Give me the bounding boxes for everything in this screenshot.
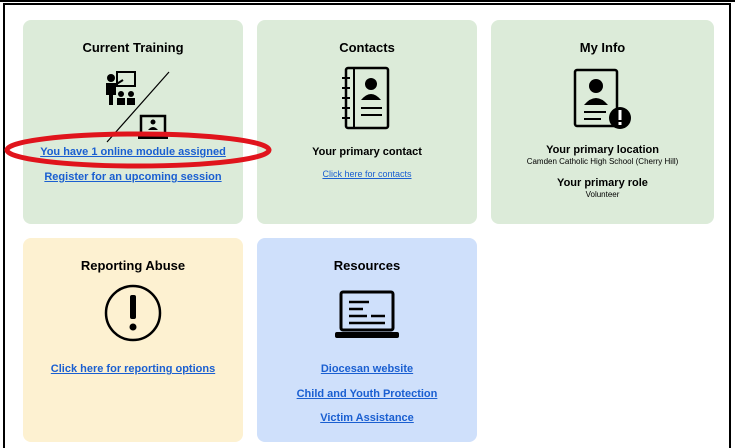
diocesan-website-link[interactable]: Diocesan website [257, 363, 477, 375]
reporting-options-link[interactable]: Click here for reporting options [23, 363, 243, 375]
contacts-title: Contacts [339, 40, 395, 55]
reporting-abuse-title: Reporting Abuse [80, 258, 186, 273]
primary-role-label: Your primary role [557, 177, 648, 189]
child-youth-protection-link[interactable]: Child and Youth Protection [257, 388, 477, 400]
primary-role-value: Volunteer [585, 190, 620, 199]
contacts-link[interactable]: Click here for contacts [257, 169, 477, 179]
address-book-icon [342, 66, 390, 130]
user-profile-alert-icon [573, 68, 631, 129]
reporting-abuse-card: Reporting Abuse Click here for reporting… [23, 238, 243, 442]
resources-title: Resources [333, 258, 401, 273]
my-info-title: My Info [579, 40, 626, 55]
exclamation-circle-icon [104, 284, 162, 342]
primary-location-label: Your primary location [546, 144, 659, 156]
current-training-title: Current Training [82, 40, 184, 55]
laptop-document-icon [335, 290, 399, 338]
victim-assistance-link[interactable]: Victim Assistance [257, 412, 477, 424]
primary-contact-label: Your primary contact [312, 146, 422, 158]
current-training-card: Current Training You have 1 online modul… [23, 20, 243, 224]
highlight-ellipse [4, 131, 272, 169]
resources-card: Resources Diocesan website Child and You… [257, 238, 477, 442]
primary-location-value: Camden Catholic High School (Cherry Hill… [526, 157, 679, 166]
my-info-card: My Info Your primary location Camden Cat… [491, 20, 714, 224]
register-session-link[interactable]: Register for an upcoming session [23, 171, 243, 183]
contacts-card: Contacts Your primary contact Click here… [257, 20, 477, 224]
